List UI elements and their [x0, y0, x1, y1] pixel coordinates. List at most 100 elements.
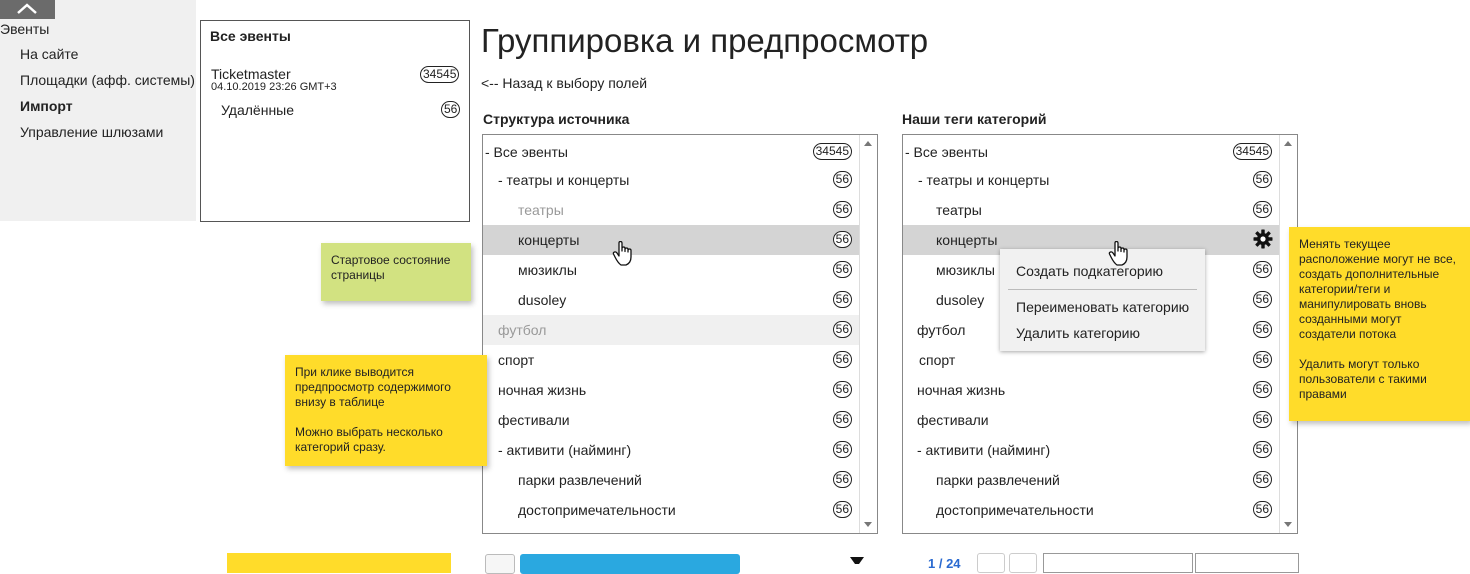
scroll-down-icon[interactable] — [864, 522, 872, 527]
tree-row-label: футбол — [917, 322, 966, 338]
count-badge: 56 — [832, 201, 852, 218]
tree-row-amusement-parks[interactable]: парки развлечений 56 — [483, 465, 860, 495]
tree-row-label: парки развлечений — [518, 472, 642, 488]
events-box-title: Все эвенты — [210, 28, 291, 44]
tree-row-label: спорт — [919, 352, 956, 368]
left-nav: Эвенты На сайте Площадки (афф. системы) … — [0, 0, 196, 221]
count-badge: 56 — [832, 231, 852, 248]
nav-item-gateways[interactable]: Управление шлюзами — [20, 124, 163, 140]
tree-row-label: спорт — [498, 352, 535, 368]
tag-row-activities[interactable]: - активити (найминг) 56 — [903, 435, 1280, 465]
tree-row-theatres-concerts[interactable]: - театры и концерты 56 — [483, 165, 860, 195]
count-badge: 56 — [832, 411, 852, 428]
primary-action-button[interactable] — [520, 554, 740, 574]
tree-row-label: театры — [936, 202, 982, 218]
scroll-up-icon[interactable] — [1284, 141, 1292, 146]
hand-cursor-icon — [1108, 241, 1128, 266]
count-badge: 34545 — [1232, 143, 1272, 160]
nav-root-label: Эвенты — [0, 21, 50, 37]
count-badge: 56 — [1252, 441, 1272, 458]
tree-row-label: dusoley — [936, 292, 985, 308]
select-all-checkbox[interactable] — [485, 554, 515, 574]
gear-icon[interactable] — [1253, 229, 1273, 249]
tree-row-label: фестивали — [498, 412, 570, 428]
tree-row-theatres[interactable]: театры 56 — [483, 195, 860, 225]
tree-row-sights[interactable]: достопримечательности 56 — [483, 495, 860, 525]
tags-panel-heading: Наши теги категорий — [902, 111, 1047, 127]
menu-item-create-subcategory[interactable]: Создать подкатегорию — [1016, 263, 1163, 279]
tag-row-theatres-concerts[interactable]: - театры и концерты 56 — [903, 165, 1280, 195]
count-badge: 56 — [1252, 411, 1272, 428]
tree-row-label: концерты — [936, 232, 998, 248]
tree-row-label: ночная жизнь — [917, 382, 1006, 398]
filter-icon[interactable] — [850, 557, 872, 567]
source-panel-heading: Структура источника — [483, 111, 630, 127]
count-badge: 56 — [832, 381, 852, 398]
note-text: При клике выводится предпросмотр содержи… — [295, 365, 451, 409]
count-badge: 56 — [1252, 261, 1272, 278]
tree-row-label: ночная жизнь — [498, 382, 587, 398]
nav-item-on-site[interactable]: На сайте — [20, 46, 78, 62]
note-text: Удалить могут только пользователи с таки… — [1299, 357, 1427, 401]
tree-row-label: достопримечательности — [518, 502, 676, 518]
per-page-select[interactable] — [1195, 553, 1299, 573]
menu-item-rename-category[interactable]: Переименовать категорию — [1016, 299, 1189, 315]
tree-row-label: - активити (найминг) — [917, 442, 1051, 458]
hand-cursor-icon — [612, 241, 632, 266]
source-count-badge: 34545 — [420, 66, 460, 83]
count-badge: 56 — [832, 351, 852, 368]
nav-item-import[interactable]: Импорт — [20, 98, 73, 114]
menu-divider — [1008, 289, 1197, 290]
tag-row-all-events[interactable]: - Все эвенты 34545 — [903, 137, 1280, 167]
next-page-button[interactable] — [1009, 553, 1037, 573]
deleted-label[interactable]: Удалённые — [221, 102, 294, 118]
tree-row-label: - театры и концерты — [498, 172, 630, 188]
prev-page-button[interactable] — [977, 553, 1005, 573]
tree-row-sport[interactable]: спорт 56 — [483, 345, 860, 375]
count-badge: 56 — [1252, 171, 1272, 188]
count-badge: 56 — [1252, 471, 1272, 488]
tree-row-label: футбол — [498, 322, 547, 338]
tag-row-theatres[interactable]: театры 56 — [903, 195, 1280, 225]
events-box: Все эвенты Ticketmaster 04.10.2019 23:26… — [200, 20, 470, 222]
scroll-up-icon[interactable] — [864, 141, 872, 146]
tree-row-musicals[interactable]: мюзиклы 56 — [483, 255, 860, 285]
note-text: Можно выбрать несколько категорий сразу. — [295, 425, 443, 454]
count-badge: 56 — [832, 261, 852, 278]
tag-row-amusement-parks[interactable]: парки развлечений 56 — [903, 465, 1280, 495]
note-click-preview: При клике выводится предпросмотр содержи… — [285, 355, 487, 466]
source-name[interactable]: Ticketmaster — [211, 66, 291, 82]
tree-row-football[interactable]: футбол 56 — [483, 315, 860, 345]
count-badge: 56 — [832, 501, 852, 518]
count-badge: 56 — [1252, 201, 1272, 218]
tree-row-all-events[interactable]: - Все эвенты 34545 — [483, 137, 860, 167]
tree-row-concerts[interactable]: концерты 56 — [483, 225, 860, 255]
tag-row-festivals[interactable]: фестивали 56 — [903, 405, 1280, 435]
tag-row-sights[interactable]: достопримечательности 56 — [903, 495, 1280, 525]
deleted-count-badge: 56 — [441, 101, 461, 118]
tree-row-activities[interactable]: - активити (найминг) 56 — [483, 435, 860, 465]
count-badge: 56 — [832, 291, 852, 308]
tree-row-dusoley[interactable]: dusoley 56 — [483, 285, 860, 315]
nav-item-venues[interactable]: Площадки (афф. системы) — [20, 72, 195, 88]
search-input[interactable] — [1043, 553, 1193, 573]
back-link[interactable]: <-- Назад к выбору полей — [481, 75, 647, 91]
tree-row-festivals[interactable]: фестивали 56 — [483, 405, 860, 435]
source-tree-scrollbar[interactable] — [859, 135, 877, 533]
count-badge: 34545 — [812, 143, 852, 160]
note-rights: Менять текущее расположение могут не все… — [1289, 227, 1470, 421]
scroll-down-icon[interactable] — [1284, 522, 1292, 527]
tree-row-label: - театры и концерты — [918, 172, 1050, 188]
source-date: 04.10.2019 23:26 GMT+3 — [211, 81, 337, 93]
tag-row-nightlife[interactable]: ночная жизнь 56 — [903, 375, 1280, 405]
menu-item-delete-category[interactable]: Удалить категорию — [1016, 325, 1140, 341]
tree-row-nightlife[interactable]: ночная жизнь 56 — [483, 375, 860, 405]
tree-row-label: мюзиклы — [518, 262, 577, 278]
note-start-state: Стартовое состояние страницы — [321, 243, 471, 301]
note-text: Менять текущее расположение могут не все… — [1299, 237, 1456, 341]
source-tree: - Все эвенты 34545 - театры и концерты 5… — [482, 134, 878, 534]
tree-row-label: - Все эвенты — [905, 144, 988, 160]
collapse-button[interactable] — [0, 0, 55, 19]
tree-row-label: мюзиклы — [936, 262, 995, 278]
count-badge: 56 — [1252, 351, 1272, 368]
